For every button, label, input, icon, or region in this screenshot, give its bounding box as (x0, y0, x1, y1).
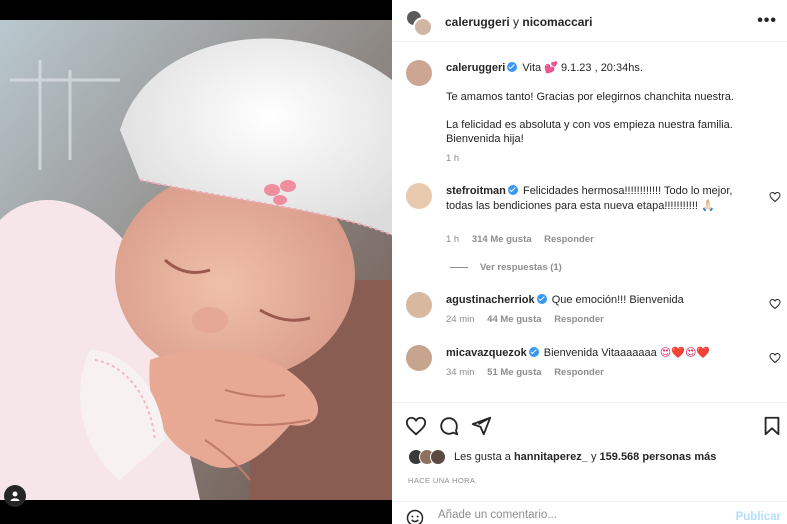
comment-username[interactable]: agustinacherriok (446, 294, 535, 306)
comment-meta: 24 min 44 Me gusta Responder (446, 314, 604, 325)
avatar[interactable] (406, 292, 432, 318)
comment-likes[interactable]: 314 Me gusta (472, 234, 532, 245)
likes-prefix: Les gusta a (454, 451, 511, 463)
caption-line2: Te amamos tanto! Gracias por elegirnos c… (446, 91, 734, 103)
comment-time[interactable]: 34 min (446, 367, 475, 378)
comment-body: Que emoción!!! Bienvenida (551, 294, 684, 306)
comment-likes[interactable]: 51 Me gusta (487, 367, 541, 378)
divider (450, 266, 468, 268)
like-heart-icon[interactable] (769, 352, 781, 364)
verified-badge-icon (507, 62, 518, 72)
comment-username[interactable]: micavazquezok (446, 347, 527, 359)
bookmark-icon[interactable] (761, 415, 783, 437)
like-heart-icon[interactable] (769, 298, 781, 310)
comment-text: micavazquezok Bienvenida Vitaaaaaaa 😍❤️😍… (446, 346, 761, 361)
emoji-smile-icon[interactable] (406, 509, 424, 524)
view-replies-button[interactable]: Ver respuestas (1) (450, 262, 562, 273)
comment-input[interactable] (438, 509, 718, 521)
author-link[interactable]: nicomaccari (522, 15, 592, 29)
authors-joiner: y (513, 15, 520, 29)
like-heart-icon[interactable] (405, 415, 427, 437)
comment-emoji: 🙏🏻 (701, 200, 715, 212)
likes-count[interactable]: 159.568 personas más (600, 451, 717, 463)
avatar (413, 17, 433, 37)
comment-meta: 1 h 314 Me gusta Responder (446, 234, 594, 245)
comment-text: agustinacherriok Que emoción!!! Bienveni… (446, 293, 761, 308)
verified-badge-icon (528, 347, 539, 357)
caption-username[interactable]: caleruggeri (446, 62, 505, 74)
post-side-panel: caleruggeri y nicomaccari ••• calerugger… (392, 0, 787, 524)
likers-avatars (408, 449, 446, 465)
share-send-icon[interactable] (470, 415, 492, 437)
author-link[interactable]: caleruggeri (445, 15, 510, 29)
reply-button[interactable]: Responder (544, 234, 594, 245)
view-replies-label[interactable]: Ver respuestas (1) (480, 262, 562, 273)
comments-list[interactable]: caleruggeri Vita 💕 9.1.23 , 20:34hs. Te … (392, 42, 787, 402)
comment-time[interactable]: 24 min (446, 314, 475, 325)
avatar[interactable] (406, 345, 432, 371)
caption-line1: Vita 💕 9.1.23 , 20:34hs. (522, 62, 643, 74)
add-comment-bar: Publicar (392, 501, 787, 524)
avatar (430, 449, 446, 465)
post-photo[interactable] (0, 0, 392, 524)
person-icon (10, 491, 20, 501)
comment-text: stefroitman Felicidades hermosa!!!!!!!!!… (446, 184, 761, 214)
avatar[interactable] (406, 60, 432, 86)
comment-time[interactable]: 1 h (446, 234, 459, 245)
more-horizontal-icon[interactable]: ••• (757, 12, 777, 30)
comment-username[interactable]: stefroitman (446, 185, 506, 197)
caption-line3: La felicidad es absoluta y con vos empie… (446, 119, 733, 131)
like-heart-icon[interactable] (769, 191, 781, 203)
baby-photo-image (0, 20, 392, 500)
reply-button[interactable]: Responder (554, 367, 604, 378)
post-authors[interactable]: caleruggeri y nicomaccari (445, 15, 592, 29)
comment-meta: 34 min 51 Me gusta Responder (446, 367, 604, 378)
avatar[interactable] (406, 183, 432, 209)
verified-badge-icon (507, 185, 518, 195)
collab-avatars[interactable] (405, 9, 433, 37)
caption-line4: Bienvenida hija! (446, 133, 524, 145)
caption-text: caleruggeri Vita 💕 9.1.23 , 20:34hs. (446, 61, 761, 76)
reply-button[interactable]: Responder (554, 314, 604, 325)
comment-bubble-icon[interactable] (438, 415, 460, 437)
comment-emoji: 😍❤️😍❤️ (659, 347, 711, 359)
post-actions: Les gusta a hannitaperez_ y 159.568 pers… (392, 402, 787, 524)
liker-username[interactable]: hannitaperez_ (514, 451, 588, 463)
comment-body: Bienvenida Vitaaaaaaa (543, 347, 657, 359)
post-timestamp[interactable]: HACE UNA HORA (408, 476, 475, 485)
likes-summary[interactable]: Les gusta a hannitaperez_ y 159.568 pers… (408, 449, 716, 465)
publish-button[interactable]: Publicar (736, 511, 781, 523)
caption-time[interactable]: 1 h (446, 153, 459, 164)
post-header: caleruggeri y nicomaccari ••• (392, 0, 787, 42)
tagged-user-icon[interactable] (4, 485, 26, 507)
likes-joiner: y (590, 451, 597, 463)
comment-likes[interactable]: 44 Me gusta (487, 314, 541, 325)
verified-badge-icon (536, 294, 547, 304)
